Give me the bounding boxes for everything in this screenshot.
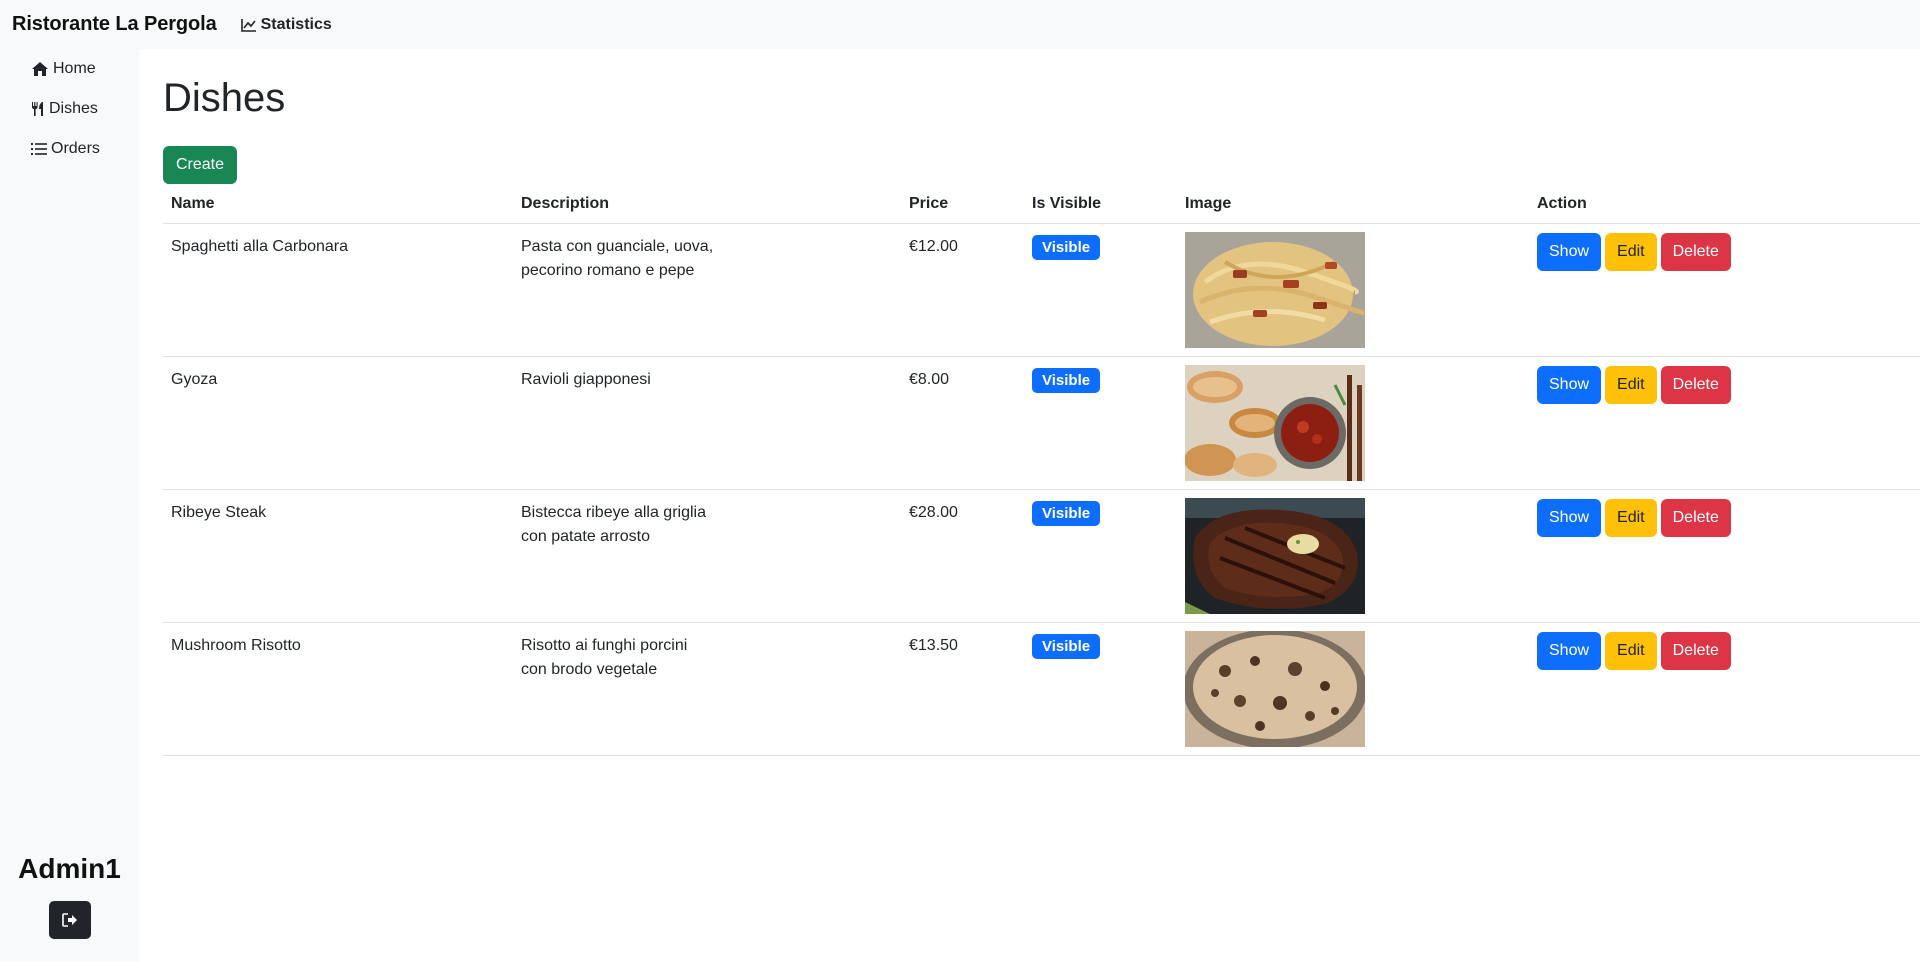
gyoza-photo <box>1185 365 1365 481</box>
create-button[interactable]: Create <box>163 146 237 184</box>
delete-button[interactable]: Delete <box>1660 632 1731 670</box>
sidebar-item-label: Home <box>53 60 96 77</box>
visible-badge: Visible <box>1032 235 1101 260</box>
logout-button[interactable] <box>49 901 91 939</box>
nav-statistics-label: Statistics <box>260 15 332 33</box>
table-header: Name Description Price Is Visible Image … <box>163 184 1920 224</box>
top-navbar: Ristorante La Pergola Statistics <box>0 0 1920 49</box>
table-row: Mushroom Risotto Risotto ai funghi porci… <box>163 623 1920 756</box>
dish-name: Ribeye Steak <box>171 504 267 521</box>
row-actions: Show Edit Delete <box>1537 366 1731 404</box>
house-icon <box>32 62 48 76</box>
dish-description: Ravioli giapponesi <box>521 368 741 392</box>
risotto-photo <box>1185 631 1365 747</box>
logout-icon <box>62 913 77 927</box>
list-icon <box>31 143 47 155</box>
dish-description-line: Bistecca ribeye alla griglia <box>521 504 706 521</box>
column-header-description: Description <box>521 195 610 212</box>
carbonara-photo <box>1185 232 1365 348</box>
sidebar-item-label: Orders <box>51 140 100 157</box>
row-actions: Show Edit Delete <box>1537 632 1731 670</box>
dish-name: Spaghetti alla Carbonara <box>171 238 349 255</box>
dish-price: €12.00 <box>909 238 958 255</box>
row-actions: Show Edit Delete <box>1537 499 1731 537</box>
steak-photo <box>1185 498 1365 614</box>
dish-price: €13.50 <box>909 637 958 654</box>
sidebar-item-dishes[interactable]: Dishes <box>31 100 98 118</box>
edit-button[interactable]: Edit <box>1605 499 1657 537</box>
row-actions: Show Edit Delete <box>1537 233 1731 271</box>
sidebar-item-label: Dishes <box>49 100 98 117</box>
visible-badge: Visible <box>1032 634 1101 659</box>
dish-description-line: con patate arrosto <box>521 528 650 545</box>
table-row: Gyoza Ravioli giapponesi €8.00 Visible S… <box>163 357 1920 490</box>
table-row: Spaghetti alla Carbonara Pasta con guanc… <box>163 224 1920 357</box>
visible-badge: Visible <box>1032 368 1101 393</box>
main-content: Dishes Create Name Description Price Is … <box>139 49 1920 962</box>
column-header-price: Price <box>909 195 949 212</box>
column-header-visible: Is Visible <box>1032 195 1102 212</box>
dish-description: Bistecca ribeye alla griglia con patate … <box>521 501 741 549</box>
dish-description-line: con brodo vegetale <box>521 661 658 678</box>
delete-button[interactable]: Delete <box>1660 499 1731 537</box>
dish-price: €28.00 <box>909 504 958 521</box>
nav-statistics[interactable]: Statistics <box>240 15 332 34</box>
table-row: Ribeye Steak Bistecca ribeye alla grigli… <box>163 490 1920 623</box>
dish-name: Gyoza <box>171 371 218 388</box>
dishes-table: Name Description Price Is Visible Image … <box>163 184 1920 756</box>
sidebar-item-home[interactable]: Home <box>31 60 96 78</box>
column-header-action: Action <box>1537 195 1587 212</box>
column-header-image: Image <box>1185 195 1232 212</box>
dish-name: Mushroom Risotto <box>171 637 301 654</box>
edit-button[interactable]: Edit <box>1605 632 1657 670</box>
sidebar-item-orders[interactable]: Orders <box>31 140 100 158</box>
dish-description-line: pecorino romano e pepe <box>521 262 695 279</box>
utensils-icon <box>32 102 43 116</box>
delete-button[interactable]: Delete <box>1660 366 1731 404</box>
show-button[interactable]: Show <box>1537 233 1602 271</box>
sidebar: Home Dishes Orders Admin1 <box>0 49 139 962</box>
dish-description-line: Risotto ai funghi porcini <box>521 637 688 654</box>
dish-description-line: Pasta con guanciale, uova, <box>521 238 714 255</box>
visible-badge: Visible <box>1032 501 1101 526</box>
delete-button[interactable]: Delete <box>1660 233 1731 271</box>
show-button[interactable]: Show <box>1537 366 1602 404</box>
admin-username: Admin1 <box>18 853 121 884</box>
edit-button[interactable]: Edit <box>1605 366 1657 404</box>
column-header-name: Name <box>171 195 215 212</box>
chart-line-icon <box>240 18 256 32</box>
dish-price: €8.00 <box>909 371 950 388</box>
show-button[interactable]: Show <box>1537 632 1602 670</box>
dish-description: Risotto ai funghi porcini con brodo vege… <box>521 634 741 682</box>
brand-title[interactable]: Ristorante La Pergola <box>12 13 217 36</box>
page-title: Dishes <box>163 76 286 120</box>
show-button[interactable]: Show <box>1537 499 1602 537</box>
dish-description: Pasta con guanciale, uova, pecorino roma… <box>521 235 741 283</box>
dish-description-line: Ravioli giapponesi <box>521 371 651 388</box>
edit-button[interactable]: Edit <box>1605 233 1657 271</box>
